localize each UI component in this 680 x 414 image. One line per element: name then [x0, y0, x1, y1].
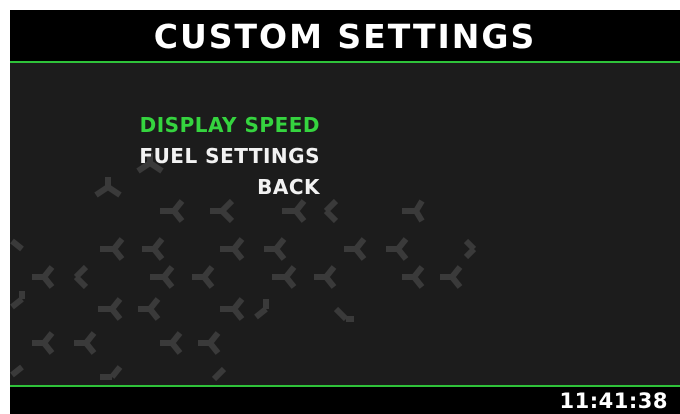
- menu-item-fuel-settings[interactable]: FUEL SETTINGS: [139, 141, 320, 172]
- menu-item-back[interactable]: BACK: [139, 172, 320, 203]
- title-bar: CUSTOM SETTINGS: [10, 10, 680, 63]
- clock: 11:41:38: [559, 389, 668, 413]
- status-bar: 11:41:38: [10, 385, 680, 414]
- hexagon-pattern-icon: [10, 153, 477, 382]
- page-title: CUSTOM SETTINGS: [153, 17, 537, 56]
- settings-menu: DISPLAY SPEED FUEL SETTINGS BACK: [139, 110, 320, 203]
- dash-screen: CUSTOM SETTINGS DISPLAY SPEED FUEL SETTI…: [10, 10, 680, 414]
- menu-item-display-speed[interactable]: DISPLAY SPEED: [139, 110, 320, 141]
